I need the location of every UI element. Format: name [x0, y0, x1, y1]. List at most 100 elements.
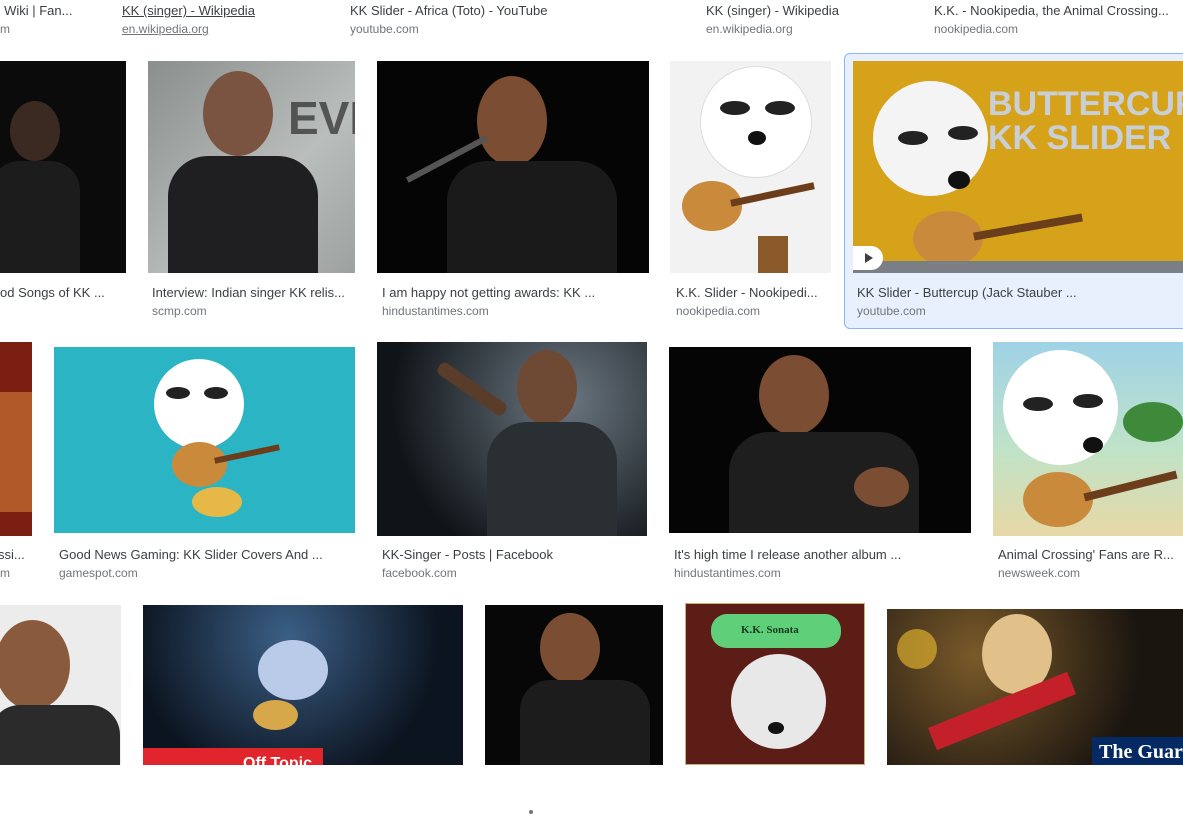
result-source: en.wikipedia.org	[706, 22, 793, 36]
loading-dot	[529, 810, 533, 814]
result-source: facebook.com	[382, 566, 457, 580]
singer-body	[168, 156, 318, 273]
kk-slider-eyebrow	[898, 131, 928, 145]
singer-body	[0, 161, 80, 273]
kk-slider-nose	[748, 131, 766, 145]
result-source: youtube.com	[857, 304, 926, 318]
result-card[interactable]: Off Topic	[143, 605, 463, 765]
result-thumbnail[interactable]	[485, 605, 663, 765]
result-thumbnail[interactable]	[669, 347, 971, 533]
result-source: hindustantimes.com	[674, 566, 781, 580]
palm-tree	[1123, 402, 1183, 442]
result-card[interactable]	[485, 605, 663, 765]
result-card[interactable]: ssi... m	[0, 342, 40, 582]
result-title: I am happy not getting awards: KK ...	[382, 285, 596, 300]
result-card[interactable]: EVI Interview: Indian singer KK relis...…	[148, 61, 356, 323]
kk-slider-wig	[731, 654, 826, 749]
result-card[interactable]: KK (singer) - Wikipedia en.wikipedia.org	[122, 0, 332, 40]
result-title: KK (singer) - Wikipedia	[122, 3, 255, 18]
result-source: youtube.com	[350, 22, 419, 36]
result-title: ssi...	[0, 547, 25, 562]
sofa	[0, 392, 32, 512]
result-source: en.wikipedia.org	[122, 22, 209, 36]
stool	[758, 236, 788, 273]
stage-light	[897, 629, 937, 669]
kk-slider-head	[258, 640, 328, 700]
result-source: nookipedia.com	[676, 304, 761, 318]
image-results-grid: ng Wiki | Fan... m KK (singer) - Wikiped…	[0, 0, 1183, 815]
result-title: Animal Crossing' Fans are R...	[998, 547, 1174, 562]
result-thumbnail[interactable]	[377, 61, 649, 273]
result-title: K.K. Slider - Nookipedi...	[676, 285, 818, 300]
guardian-logo-text: The Guardian	[1099, 741, 1183, 763]
result-card[interactable]	[0, 605, 121, 765]
result-thumbnail[interactable]: BUTTERCUP KK SLIDER	[853, 61, 1183, 273]
guitar	[172, 442, 227, 487]
result-source: m	[0, 22, 10, 36]
video-label-text: Off Topic	[243, 755, 313, 765]
guitar	[913, 211, 983, 266]
singer-arm	[435, 360, 509, 418]
kk-slider-nose	[948, 171, 970, 189]
kk-slider-nose	[768, 722, 784, 734]
result-title: od Songs of KK ...	[0, 285, 105, 300]
singer-head	[0, 620, 70, 710]
result-thumbnail[interactable]: EVI	[148, 61, 355, 273]
result-card[interactable]: Good News Gaming: KK Slider Covers And .…	[54, 347, 356, 582]
thumbnail-title-line: KK SLIDER	[988, 119, 1172, 157]
result-thumbnail[interactable]: The Guardian	[887, 609, 1183, 765]
kk-slider-eyebrow	[765, 101, 795, 115]
sonata-label-text: K.K. Sonata	[741, 624, 799, 636]
singer-head	[540, 613, 600, 683]
guitar	[1023, 472, 1093, 527]
result-source: nookipedia.com	[934, 22, 1019, 36]
result-title: It's high time I release another album .…	[674, 547, 902, 562]
result-card[interactable]: K.K. - Nookipedia, the Animal Crossing..…	[934, 0, 1183, 40]
result-title: KK-Singer - Posts | Facebook	[382, 547, 554, 562]
singer-body	[0, 705, 120, 765]
result-thumbnail[interactable]	[670, 61, 831, 273]
play-icon	[853, 246, 883, 270]
result-thumbnail[interactable]	[993, 342, 1183, 536]
thumbnail-title: BUTTERCUP KK SLIDER	[988, 87, 1183, 155]
kk-slider-head	[154, 359, 244, 449]
result-title: Good News Gaming: KK Slider Covers And .…	[59, 547, 323, 562]
result-title: KK Slider - Buttercup (Jack Stauber ...	[857, 285, 1077, 300]
result-card[interactable]: KK Slider - Africa (Toto) - YouTube yout…	[350, 0, 650, 40]
result-thumbnail[interactable]: K.K. Sonata	[685, 603, 865, 765]
result-source: m	[0, 566, 10, 580]
result-thumbnail[interactable]	[0, 61, 126, 273]
result-card[interactable]: ng Wiki | Fan... m	[0, 0, 100, 40]
feet	[192, 487, 242, 517]
result-title: K.K. - Nookipedia, the Animal Crossing..…	[934, 3, 1169, 18]
singer-head	[759, 355, 829, 435]
result-card[interactable]: KK-Singer - Posts | Facebook facebook.co…	[377, 342, 649, 582]
result-card[interactable]: KK (singer) - Wikipedia en.wikipedia.org	[706, 0, 906, 40]
result-thumbnail[interactable]	[54, 347, 355, 533]
result-card[interactable]: Animal Crossing' Fans are R... newsweek.…	[993, 342, 1183, 582]
result-source: gamespot.com	[59, 566, 138, 580]
result-thumbnail[interactable]: Off Topic	[143, 605, 463, 765]
guitar-neck	[1083, 470, 1178, 502]
result-thumbnail[interactable]	[0, 605, 121, 765]
result-card[interactable]: K.K. Sonata	[685, 603, 865, 765]
singer-head	[517, 350, 577, 425]
result-title: KK (singer) - Wikipedia	[706, 3, 839, 18]
result-title: ng Wiki | Fan...	[0, 3, 73, 18]
result-thumbnail[interactable]	[377, 342, 647, 536]
result-source: newsweek.com	[998, 566, 1081, 580]
result-thumbnail[interactable]	[0, 342, 32, 536]
result-source: scmp.com	[152, 304, 207, 318]
kk-slider-head	[700, 66, 812, 178]
result-card-selected[interactable]: BUTTERCUP KK SLIDER KK Slider - Buttercu…	[844, 53, 1183, 329]
singer-figure	[10, 101, 60, 161]
result-source: hindustantimes.com	[382, 304, 489, 318]
result-card[interactable]: The Guardian	[887, 609, 1183, 765]
result-card[interactable]: od Songs of KK ...	[0, 61, 126, 323]
result-card[interactable]: K.K. Slider - Nookipedi... nookipedia.co…	[670, 61, 831, 323]
singer-hand	[854, 467, 909, 507]
result-title: KK Slider - Africa (Toto) - YouTube	[350, 3, 548, 18]
result-card[interactable]: I am happy not getting awards: KK ... hi…	[377, 61, 649, 323]
guitar	[253, 700, 298, 730]
result-card[interactable]: It's high time I release another album .…	[669, 347, 971, 582]
